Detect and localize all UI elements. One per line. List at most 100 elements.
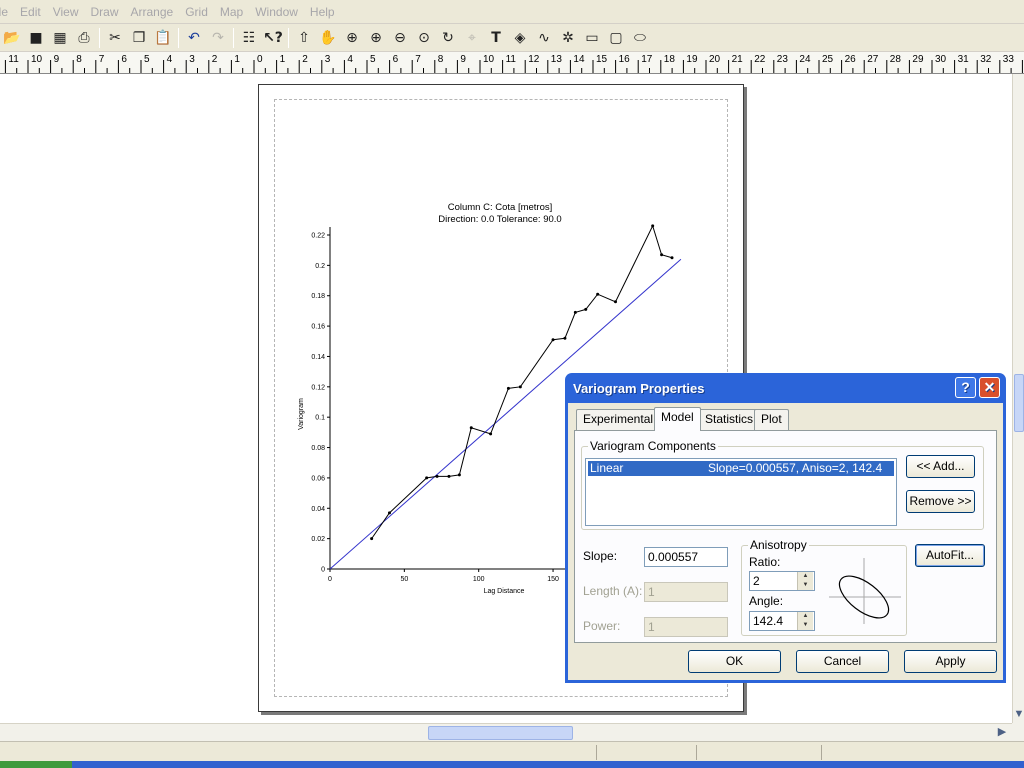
tab-model[interactable]: Model — [654, 407, 701, 431]
menu-bar: ile Edit View Draw Arrange Grid Map Wind… — [0, 0, 1024, 24]
ruler-tick-label: 20 — [709, 54, 721, 65]
vertical-scrollbar[interactable]: ▼ — [1012, 74, 1024, 723]
list-item[interactable]: Linear Slope=0.000557, Aniso=2, 142.4 — [588, 461, 894, 476]
ruler-tick-label: 4 — [167, 54, 173, 65]
dialog-title-bar[interactable]: Variogram Properties ? ✕ — [568, 373, 1003, 403]
ruler-tick-label: 28 — [890, 54, 902, 65]
autofit-button[interactable]: AutoFit... — [915, 544, 985, 567]
ellipse-icon[interactable]: ⬭ — [628, 27, 652, 49]
add-button[interactable]: << Add... — [906, 455, 975, 478]
ruler-tick-label: 3 — [189, 54, 195, 65]
cancel-button[interactable]: Cancel — [796, 650, 889, 673]
symbol-icon[interactable]: ✲ — [556, 27, 580, 49]
experimental-point — [584, 307, 588, 311]
menu-map[interactable]: Map — [214, 5, 249, 19]
length-field[interactable]: 1 — [644, 582, 728, 602]
ruler-tick-label: 6 — [393, 54, 399, 65]
power-field[interactable]: 1 — [644, 617, 728, 637]
experimental-point — [563, 336, 567, 340]
ruler-tick-label: 9 — [54, 54, 60, 65]
scroll-right-arrow[interactable]: ▶ — [996, 724, 1008, 740]
apply-button[interactable]: Apply — [904, 650, 997, 673]
toolbar-separator — [178, 27, 179, 48]
angle-spinner[interactable]: ▲ ▼ — [797, 612, 813, 630]
redo-icon[interactable]: ↷ — [206, 27, 230, 49]
print-icon[interactable]: ⎙ — [72, 27, 96, 49]
paste-icon[interactable]: 📋 — [151, 27, 175, 49]
ruler-tick-label: 24 — [799, 54, 811, 65]
experimental-point — [489, 432, 493, 436]
slope-field[interactable]: 0.000557 — [644, 547, 728, 567]
polygon-icon[interactable]: ◈ — [508, 27, 532, 49]
select-arrow-icon[interactable]: ⇧ — [292, 27, 316, 49]
ruler-tick-label: 30 — [935, 54, 947, 65]
ruler-tick-label: 23 — [777, 54, 789, 65]
ruler-tick-label: 13 — [551, 54, 563, 65]
ruler-tick-label: 14 — [573, 54, 585, 65]
polyline-icon[interactable]: ∿ — [532, 27, 556, 49]
power-label: Power: — [583, 619, 621, 633]
menu-grid[interactable]: Grid — [179, 5, 214, 19]
open-icon[interactable]: 📂 — [0, 27, 24, 49]
cut-icon[interactable]: ✂ — [103, 27, 127, 49]
ratio-spinner[interactable]: ▲ ▼ — [797, 572, 813, 590]
rounded-rectangle-icon[interactable]: ▢ — [604, 27, 628, 49]
spin-up-icon[interactable]: ▲ — [798, 572, 813, 581]
zoom-out-icon[interactable]: ⊖ — [388, 27, 412, 49]
horizontal-scrollbar[interactable]: ▶ — [0, 723, 1012, 741]
tab-plot[interactable]: Plot — [754, 409, 789, 430]
ruler-tick-label: 18 — [664, 54, 676, 65]
pan-icon[interactable]: ✋ — [316, 27, 340, 49]
start-button[interactable] — [0, 761, 72, 768]
help-icon[interactable]: ? — [955, 377, 976, 398]
close-icon[interactable]: ✕ — [979, 377, 1000, 398]
menu-edit[interactable]: Edit — [14, 5, 47, 19]
dialog-body: Experimental Model Statistics Plot Vario… — [568, 403, 1003, 680]
status-pane — [821, 745, 1024, 760]
remove-button[interactable]: Remove >> — [906, 490, 975, 513]
spin-down-icon[interactable]: ▼ — [798, 581, 813, 590]
redraw-icon[interactable]: ↻ — [436, 27, 460, 49]
dialog-title: Variogram Properties — [573, 380, 705, 396]
tab-experimental[interactable]: Experimental — [576, 409, 661, 430]
whats-this-icon[interactable]: ↖? — [261, 27, 285, 49]
ok-button[interactable]: OK — [688, 650, 781, 673]
y-tick-label: 0.16 — [311, 324, 325, 331]
toolbar-separator — [233, 27, 234, 48]
horizontal-scroll-thumb[interactable] — [428, 726, 573, 740]
rectangle-icon[interactable]: ▭ — [580, 27, 604, 49]
zoom-rectangle-icon[interactable]: ⊕ — [340, 27, 364, 49]
status-bar — [0, 741, 1024, 761]
toolbar-separator — [288, 27, 289, 48]
spin-up-icon[interactable]: ▲ — [798, 612, 813, 621]
ruler-tick-label: 15 — [596, 54, 608, 65]
ruler-ticks: 11 10 9 8 7 6 5 4 3 2 1 0 1 2 3 4 5 6 7 8 9 10 11 12 13 14 15 16 17 1… — [4, 54, 1023, 73]
save-icon[interactable]: ■ — [24, 27, 48, 49]
menu-view[interactable]: View — [47, 5, 85, 19]
ruler-tick-label: 1 — [234, 54, 240, 65]
menu-window[interactable]: Window — [249, 5, 304, 19]
experimental-point — [551, 338, 555, 342]
angle-label: Angle: — [749, 594, 784, 608]
zoom-in-icon[interactable]: ⊕ — [364, 27, 388, 49]
menu-file[interactable]: ile — [0, 5, 14, 19]
y-tick-label: 0.22 — [311, 233, 325, 240]
experimental-point — [670, 256, 674, 260]
menu-help[interactable]: Help — [304, 5, 341, 19]
undo-icon[interactable]: ↶ — [182, 27, 206, 49]
tab-statistics[interactable]: Statistics — [698, 409, 761, 430]
components-listbox[interactable]: Linear Slope=0.000557, Aniso=2, 142.4 — [585, 458, 897, 526]
copy-icon[interactable]: ❐ — [127, 27, 151, 49]
menu-draw[interactable]: Draw — [85, 5, 125, 19]
spin-down-icon[interactable]: ▼ — [798, 621, 813, 630]
crosshair-icon[interactable]: ⌖ — [460, 27, 484, 49]
chart-title: Column C: Cota [metros] — [448, 202, 553, 213]
anisotropy-label: Anisotropy — [748, 538, 809, 552]
scroll-down-arrow[interactable]: ▼ — [1013, 706, 1024, 722]
worksheet-icon[interactable]: ▦ — [48, 27, 72, 49]
text-icon[interactable]: T — [484, 27, 508, 49]
zoom-page-icon[interactable]: ⊙ — [412, 27, 436, 49]
menu-arrange[interactable]: Arrange — [125, 5, 180, 19]
object-manager-icon[interactable]: ☷ — [237, 27, 261, 49]
vertical-scroll-thumb[interactable] — [1014, 374, 1024, 432]
